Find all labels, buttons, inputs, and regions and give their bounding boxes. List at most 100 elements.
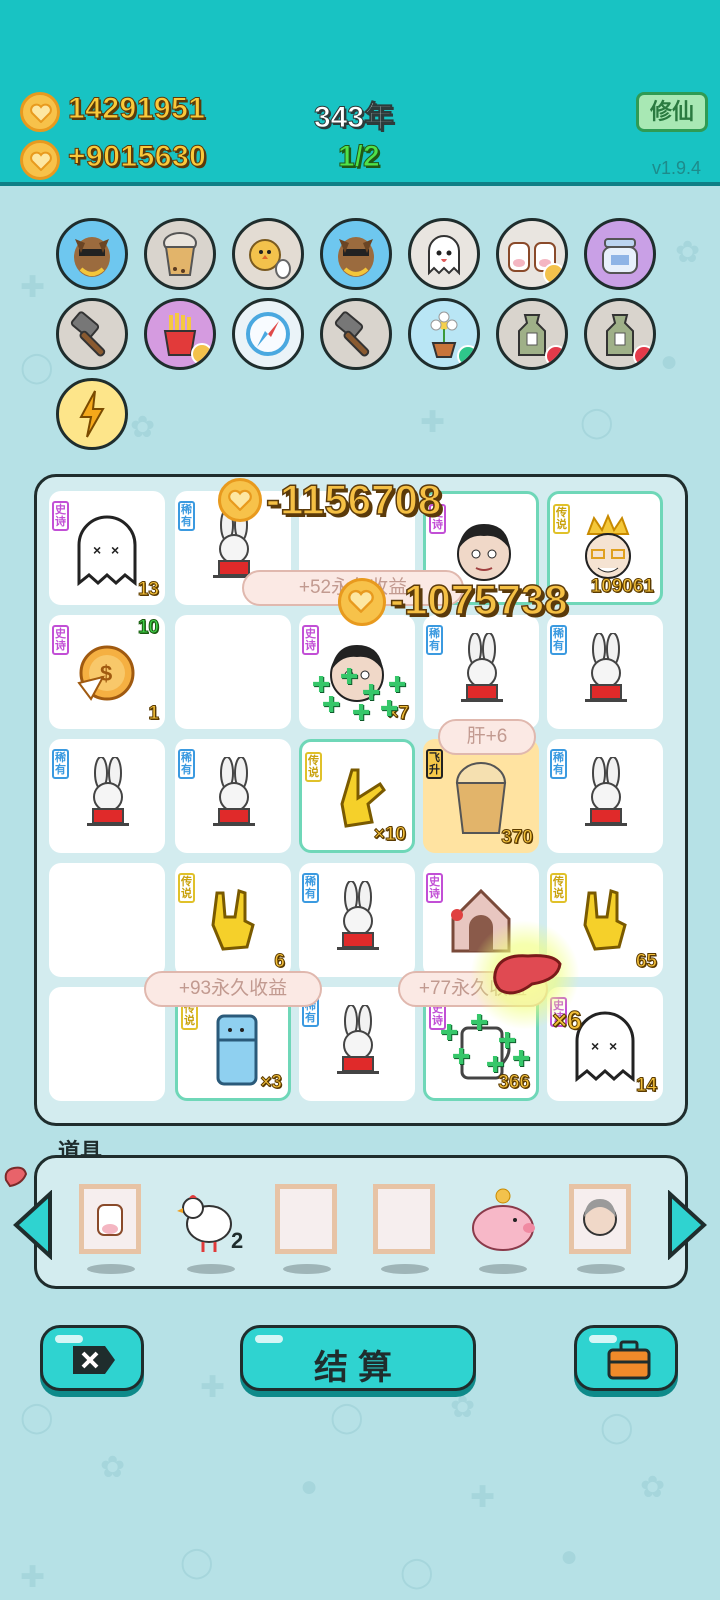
compass-icon[interactable] — [232, 298, 304, 370]
board-cell[interactable]: 稀有 — [175, 739, 291, 853]
float-coin-icon — [338, 578, 386, 626]
settle-button[interactable]: 结算 — [240, 1325, 476, 1391]
minus-badge-icon — [633, 345, 653, 367]
rabbit-sprite-icon — [461, 633, 503, 702]
coin-heart-icon — [20, 92, 60, 132]
items-right-arrow-icon[interactable] — [666, 1190, 710, 1260]
board-cell[interactable]: 飞升 370 — [423, 739, 539, 853]
board-cell[interactable]: 稀有 — [299, 987, 415, 1101]
float-loss-1: -1156708 — [265, 475, 442, 524]
board-cell[interactable]: 稀有 — [299, 863, 415, 977]
items-tray: 2 — [34, 1155, 688, 1289]
board-cell[interactable]: 传说 ×10 — [299, 739, 415, 853]
float-coin-icon — [218, 478, 262, 522]
board-cell[interactable]: 史诗 × × 13 — [49, 491, 165, 605]
jar-icon[interactable] — [584, 218, 656, 290]
cell-count: ×3 — [260, 1072, 283, 1094]
board-cell[interactable]: 稀有 — [423, 615, 539, 729]
rabbit-sprite-icon — [213, 757, 255, 826]
cell-count: 370 — [501, 827, 534, 849]
rabbit-sprite-icon — [585, 633, 627, 702]
svg-text:×: × — [591, 1038, 599, 1054]
header-bar: 14291951 +9015630 343年 1/2 修仙 v1.9.4 — [0, 0, 720, 186]
board-cell[interactable]: 传说 6 — [175, 863, 291, 977]
income-heart-icon — [20, 140, 60, 180]
rarity-tag: 传说 — [553, 504, 570, 534]
board-cell[interactable]: 稀有 — [547, 615, 663, 729]
item-shadow — [187, 1264, 235, 1274]
rarity-tag: 飞升 — [426, 749, 443, 779]
year-counter: 343年 — [313, 101, 395, 135]
rarity-tag: 稀有 — [52, 749, 69, 779]
piggy-bank-icon[interactable] — [467, 1186, 539, 1256]
liver-bubble: 肝+6 — [438, 719, 536, 755]
income-rate: +9015630 — [67, 140, 207, 174]
ghost-icon[interactable] — [408, 218, 480, 290]
svg-text:$: $ — [100, 661, 112, 686]
lightning-icon[interactable] — [56, 378, 128, 450]
item-shadow — [577, 1264, 625, 1274]
empty-frame-item-2[interactable] — [373, 1184, 435, 1254]
svg-text:×: × — [111, 542, 119, 558]
board-cell[interactable] — [49, 987, 165, 1101]
board-cell[interactable]: 稀有 — [547, 739, 663, 853]
fries-icon[interactable] — [144, 298, 216, 370]
board-cell[interactable] — [175, 615, 291, 729]
close-tag-icon — [73, 1346, 115, 1374]
cows-pair-icon[interactable] — [496, 218, 568, 290]
hammer-icon-2[interactable] — [320, 298, 392, 370]
liver-multiplier: ×6 — [552, 1005, 583, 1036]
board-cell[interactable]: 稀有 — [49, 739, 165, 853]
item-shadow — [381, 1264, 429, 1274]
rarity-tag: 传说 — [178, 873, 195, 903]
rarity-tag: 传说 — [305, 752, 322, 782]
briefcase-icon — [607, 1340, 651, 1380]
rarity-tag: 稀有 — [550, 625, 567, 655]
grandma-portrait-item[interactable] — [569, 1184, 631, 1254]
chick-egg-icon[interactable] — [232, 218, 304, 290]
rock-hand-sprite-icon — [583, 889, 627, 951]
cell-count: 65 — [635, 951, 657, 973]
close-button[interactable] — [40, 1325, 144, 1391]
board-cell[interactable] — [49, 863, 165, 977]
cell-level: 10 — [137, 617, 159, 639]
bubble-tea-cup-sprite-icon — [455, 762, 507, 834]
rarity-tag: 稀有 — [178, 501, 195, 531]
income-popup: +93永久收益 — [144, 971, 322, 1007]
sack-icon[interactable] — [496, 298, 568, 370]
cell-count: 6 — [274, 951, 286, 973]
empty-frame-item[interactable] — [275, 1184, 337, 1254]
briefcase-button[interactable] — [574, 1325, 678, 1391]
rarity-tag: 史诗 — [52, 501, 69, 531]
milk-tea-icon[interactable] — [144, 218, 216, 290]
item-shadow — [283, 1264, 331, 1274]
cow-portrait-item[interactable] — [79, 1184, 141, 1254]
sack-icon-2[interactable] — [584, 298, 656, 370]
board-cell[interactable]: 史诗 $ 10 1 — [49, 615, 165, 729]
rarity-tag: 史诗 — [302, 625, 319, 655]
coin-total: 14291951 — [67, 92, 206, 126]
dog-chain-icon-2[interactable] — [320, 218, 392, 290]
meat-icon — [4, 1166, 28, 1188]
items-left-arrow-icon[interactable] — [10, 1190, 54, 1260]
version-label: v1.9.4 — [652, 158, 702, 178]
hammer-icon[interactable] — [56, 298, 128, 370]
settle-label: 结算 — [314, 1349, 402, 1387]
coin-badge-icon — [543, 263, 565, 285]
page-indicator: 1/2 — [338, 140, 381, 174]
rabbit-sprite-icon — [585, 757, 627, 826]
chicken-item-icon[interactable] — [175, 1186, 239, 1256]
xiuxian-button[interactable]: 修仙 — [636, 92, 708, 132]
chicken-count: 2 — [231, 1228, 244, 1253]
cell-count: ×10 — [373, 824, 406, 846]
minus-badge-icon — [545, 345, 565, 367]
item-shadow — [87, 1264, 135, 1274]
flower-pot-icon[interactable] — [408, 298, 480, 370]
dog-chain-icon[interactable] — [56, 218, 128, 290]
status-green-badge — [457, 345, 477, 367]
rarity-tag: 史诗 — [52, 625, 69, 655]
rarity-tag: 稀有 — [178, 749, 195, 779]
rarity-tag: 稀有 — [550, 749, 567, 779]
cell-count: 14 — [635, 1075, 657, 1097]
rabbit-sprite-icon — [87, 757, 129, 826]
